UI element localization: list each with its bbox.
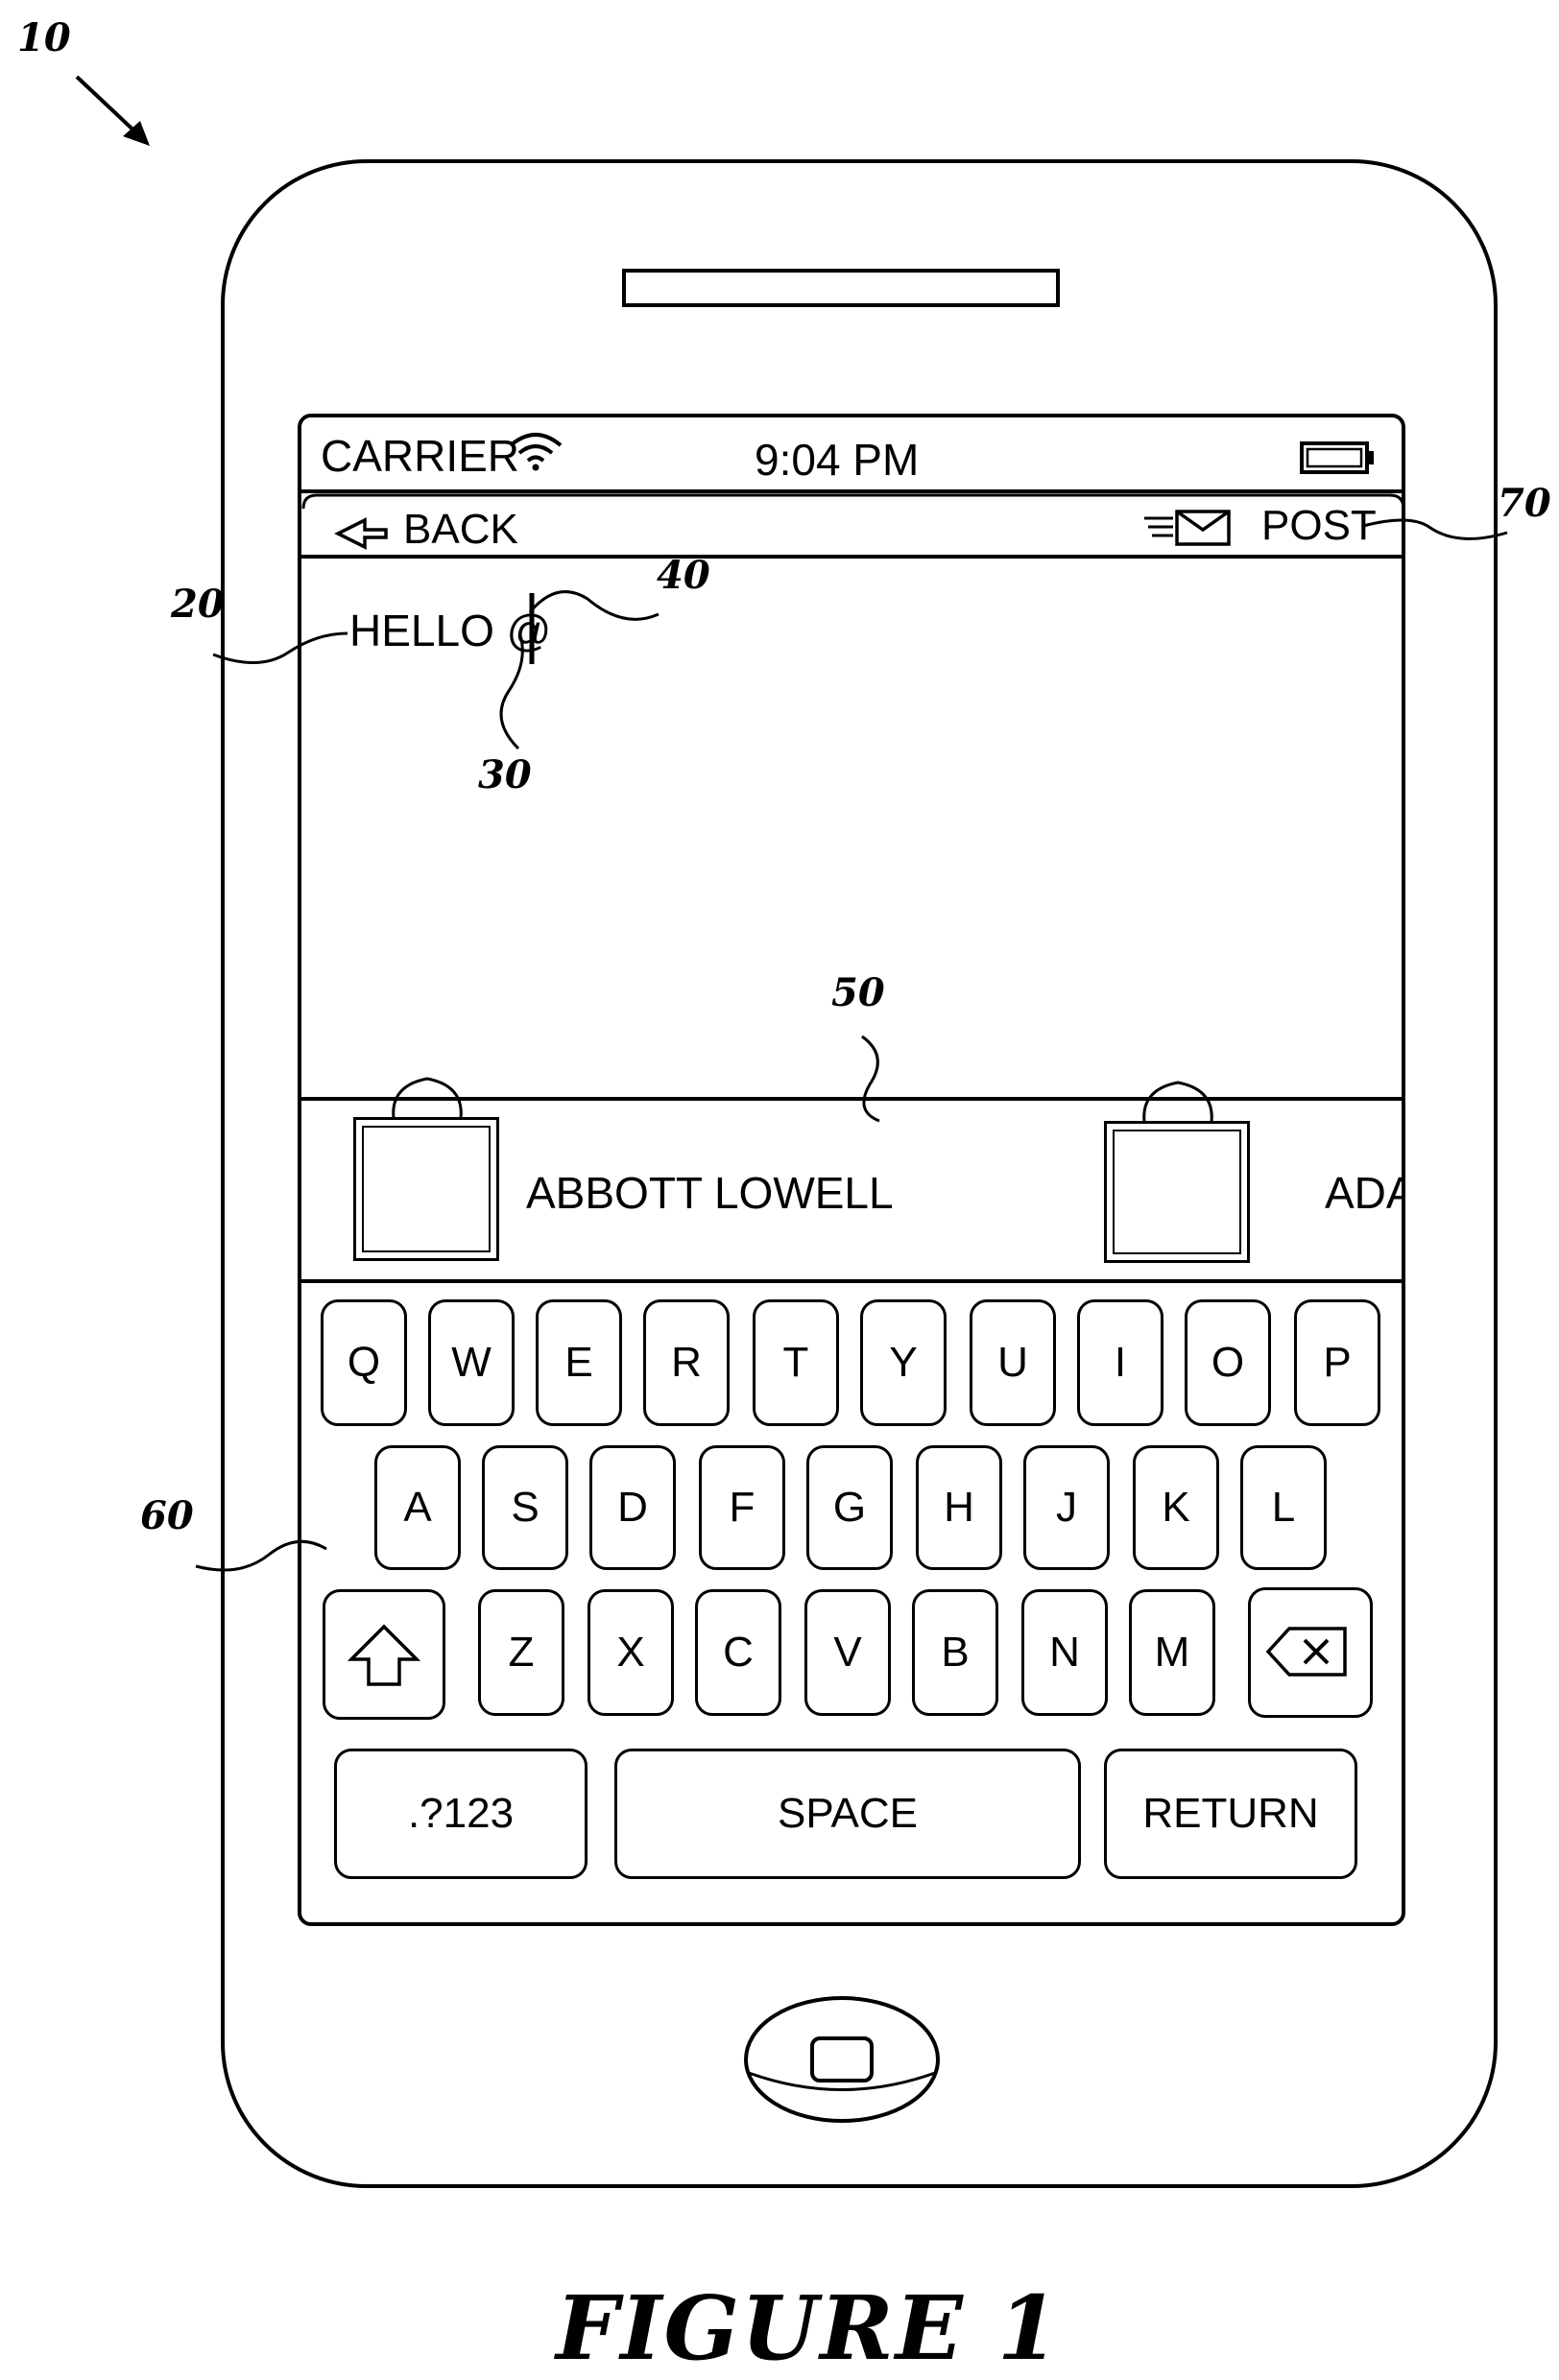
- suggestion-name: ABBOTT LOWELL: [526, 1171, 894, 1215]
- key-p[interactable]: P: [1294, 1299, 1380, 1426]
- suggestion-item[interactable]: ABBOTT LOWELL: [353, 1117, 948, 1263]
- key-i[interactable]: I: [1077, 1299, 1163, 1426]
- device-pointer-arrow: [77, 77, 150, 146]
- suggestion-name: ADA: [1325, 1171, 1402, 1215]
- back-button[interactable]: BACK: [330, 504, 522, 552]
- key-v[interactable]: V: [804, 1589, 891, 1716]
- key-f[interactable]: F: [699, 1445, 785, 1570]
- key-j[interactable]: J: [1023, 1445, 1110, 1570]
- suggestion-item[interactable]: ADA: [1104, 1121, 1402, 1267]
- avatar: [353, 1117, 499, 1261]
- key-s[interactable]: S: [482, 1445, 568, 1570]
- key-c[interactable]: C: [695, 1589, 781, 1716]
- space-key[interactable]: SPACE: [614, 1749, 1081, 1879]
- shift-key[interactable]: [323, 1589, 445, 1720]
- key-b[interactable]: B: [912, 1589, 998, 1716]
- key-g[interactable]: G: [806, 1445, 893, 1570]
- figure-caption: FIGURE 1: [0, 2284, 1559, 2372]
- patent-figure: 10 20 30 40 50 60 70 CARRIER 9:04 PM BAC…: [0, 0, 1559, 2377]
- key-y[interactable]: Y: [860, 1299, 947, 1426]
- home-button[interactable]: [746, 1998, 938, 2121]
- key-h[interactable]: H: [916, 1445, 1002, 1570]
- carrier-label: CARRIER: [321, 434, 519, 478]
- key-k[interactable]: K: [1133, 1445, 1219, 1570]
- suggestion-bar: ABBOTT LOWELL ADA: [301, 1102, 1402, 1278]
- compose-text-area[interactable]: HELLO @: [301, 560, 1402, 1096]
- leader-line-70: [1363, 520, 1507, 538]
- key-w[interactable]: W: [428, 1299, 515, 1426]
- key-d[interactable]: D: [589, 1445, 676, 1570]
- return-key[interactable]: RETURN: [1104, 1749, 1357, 1879]
- key-u[interactable]: U: [970, 1299, 1056, 1426]
- key-t[interactable]: T: [753, 1299, 839, 1426]
- key-m[interactable]: M: [1129, 1589, 1215, 1716]
- key-o[interactable]: O: [1185, 1299, 1271, 1426]
- battery-icon: [1302, 443, 1374, 472]
- ref-numeral-device: 10: [17, 19, 71, 58]
- keyboard: Q W E R T Y U I O P A S D F G H J K L Z …: [301, 1284, 1402, 1921]
- key-x[interactable]: X: [588, 1589, 674, 1716]
- key-r[interactable]: R: [643, 1299, 730, 1426]
- backspace-key[interactable]: [1248, 1587, 1373, 1718]
- back-label: BACK: [403, 509, 518, 551]
- ref-numeral-post-button: 70: [1498, 485, 1551, 523]
- ref-numeral-keyboard: 60: [140, 1497, 194, 1535]
- post-button[interactable]: POST: [1139, 501, 1375, 553]
- key-q[interactable]: Q: [321, 1299, 407, 1426]
- speaker-slot: [624, 271, 1058, 305]
- key-n[interactable]: N: [1021, 1589, 1108, 1716]
- key-a[interactable]: A: [374, 1445, 461, 1570]
- numbers-key[interactable]: .?123: [334, 1749, 588, 1879]
- key-l[interactable]: L: [1240, 1445, 1327, 1570]
- clock-time: 9:04 PM: [755, 438, 919, 482]
- ref-numeral-text-entry: 20: [171, 585, 225, 624]
- avatar: [1104, 1121, 1250, 1263]
- post-label: POST: [1261, 505, 1377, 547]
- key-z[interactable]: Z: [478, 1589, 564, 1716]
- key-e[interactable]: E: [536, 1299, 622, 1426]
- compose-text: HELLO @: [349, 608, 551, 653]
